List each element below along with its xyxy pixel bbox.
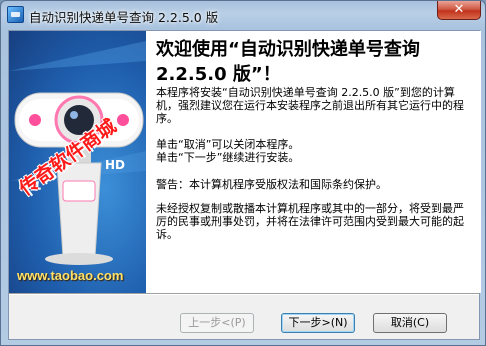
footer-separator [9, 293, 479, 295]
welcome-panel: 欢迎使用“自动识别快递单号查询 2.2.5.0 版”！ 本程序将安装“自动识别快… [146, 31, 481, 293]
side-banner: HD 传奇软件商城 www.taobao.com [9, 31, 146, 293]
shop-url: www.taobao.com [17, 268, 124, 283]
warning-paragraph: 警告：本计算机程序受版权法和国际条约保护。 [156, 178, 387, 191]
close-icon[interactable]: ✕ [437, 1, 481, 20]
webcam-base [45, 253, 113, 265]
webcam-led [29, 114, 41, 126]
installer-window: 自动识别快递单号查询 2.2.5.0 版 ✕ HD 传奇软件商城 www.tao… [0, 0, 486, 346]
installer-app-icon [7, 6, 24, 23]
cancel-button[interactable]: 取消(C) [373, 313, 447, 333]
webcam-stand [56, 162, 102, 258]
intro-paragraph: 本程序将安装“自动识别快递单号查询 2.2.5.0 版”到您的计算机，强烈建议您… [156, 86, 464, 125]
next-button[interactable]: 下一步>(N) [281, 313, 355, 333]
welcome-heading: 欢迎使用“自动识别快递单号查询 2.2.5.0 版”！ [156, 39, 420, 85]
back-button[interactable]: 上一步<(P) [180, 313, 254, 333]
hd-label: HD [105, 158, 125, 172]
stand-badge [62, 180, 96, 202]
banner-ray [9, 41, 146, 71]
window-title: 自动识别快递单号查询 2.2.5.0 版 [29, 10, 219, 25]
title-bar[interactable]: 自动识别快递单号查询 2.2.5.0 版 ✕ [1, 1, 485, 29]
copyright-paragraph: 未经授权复制或散播本计算机程序或其中的一部分，将受到最严厉的民事或刑事处罚，并将… [156, 202, 464, 241]
webcam-led [117, 114, 129, 126]
wizard-body: HD 传奇软件商城 www.taobao.com 欢迎使用“自动识别快递单号查询… [8, 30, 481, 340]
lens-glare [70, 111, 78, 119]
instructions-paragraph: 单击“取消”可以关闭本程序。 单击“下一步”继续进行安装。 [156, 138, 300, 164]
